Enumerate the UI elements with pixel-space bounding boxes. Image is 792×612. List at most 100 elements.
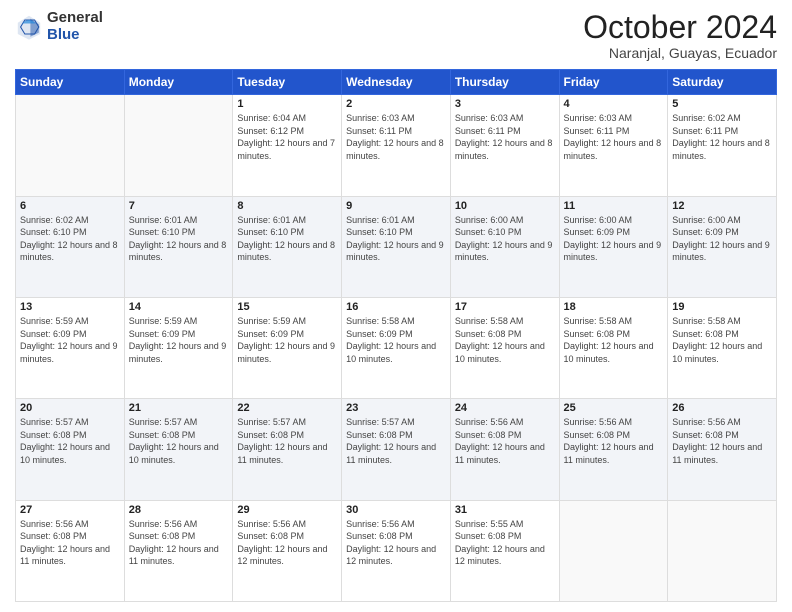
day-info: Sunrise: 5:56 AMSunset: 6:08 PMDaylight:…	[20, 518, 120, 568]
calendar-cell: 29Sunrise: 5:56 AMSunset: 6:08 PMDayligh…	[233, 500, 342, 601]
calendar-cell: 6 Sunrise: 6:02 AMSunset: 6:10 PMDaylight…	[16, 196, 125, 297]
day-info: Sunrise: 6:04 AMSunset: 6:12 PMDaylight:…	[237, 112, 337, 162]
calendar-week-2: 13 Sunrise: 5:59 AMSunset: 6:09 PMDayligh…	[16, 297, 777, 398]
col-saturday: Saturday	[668, 70, 777, 95]
day-info: Sunrise: 6:00 AMSunset: 6:10 PMDaylight:…	[455, 214, 555, 264]
calendar-week-4: 27Sunrise: 5:56 AMSunset: 6:08 PMDayligh…	[16, 500, 777, 601]
calendar-cell: 14Sunrise: 5:59 AMSunset: 6:09 PMDayligh…	[124, 297, 233, 398]
day-number: 14	[129, 301, 229, 313]
col-monday: Monday	[124, 70, 233, 95]
day-info: Sunrise: 6:00 AMSunset: 6:09 PMDaylight:…	[672, 214, 772, 264]
day-info: Sunrise: 5:56 AMSunset: 6:08 PMDaylight:…	[455, 416, 555, 466]
day-info: Sunrise: 6:02 AMSunset: 6:11 PMDaylight:…	[672, 112, 772, 162]
calendar-cell: 13 Sunrise: 5:59 AMSunset: 6:09 PMDayligh…	[16, 297, 125, 398]
day-info: Sunrise: 5:56 AMSunset: 6:08 PMDaylight:…	[346, 518, 446, 568]
calendar-cell: 16 Sunrise: 5:58 AMSunset: 6:09 PMDayligh…	[342, 297, 451, 398]
day-number: 23	[346, 402, 446, 414]
logo-general-text: General	[47, 10, 103, 27]
calendar-cell: 12 Sunrise: 6:00 AMSunset: 6:09 PMDayligh…	[668, 196, 777, 297]
day-info: Sunrise: 5:56 AMSunset: 6:08 PMDaylight:…	[129, 518, 229, 568]
day-number: 1	[237, 98, 337, 110]
calendar-cell: 26 Sunrise: 5:56 AMSunset: 6:08 PMDayligh…	[668, 399, 777, 500]
calendar-cell: 21 Sunrise: 5:57 AMSunset: 6:08 PMDayligh…	[124, 399, 233, 500]
calendar-table: Sunday Monday Tuesday Wednesday Thursday…	[15, 69, 777, 602]
day-info: Sunrise: 6:03 AMSunset: 6:11 PMDaylight:…	[346, 112, 446, 162]
day-info: Sunrise: 5:59 AMSunset: 6:09 PMDaylight:…	[20, 315, 120, 365]
day-number: 6	[20, 200, 120, 212]
page: General Blue October 2024 Naranjal, Guay…	[0, 0, 792, 612]
day-number: 30	[346, 504, 446, 516]
calendar-week-0: 1 Sunrise: 6:04 AMSunset: 6:12 PMDaylight…	[16, 95, 777, 196]
day-info: Sunrise: 5:57 AMSunset: 6:08 PMDaylight:…	[346, 416, 446, 466]
day-number: 4	[564, 98, 664, 110]
calendar-cell: 28 Sunrise: 5:56 AMSunset: 6:08 PMDayligh…	[124, 500, 233, 601]
day-number: 22	[237, 402, 337, 414]
col-wednesday: Wednesday	[342, 70, 451, 95]
calendar-cell: 20Sunrise: 5:57 AMSunset: 6:08 PMDayligh…	[16, 399, 125, 500]
day-number: 19	[672, 301, 772, 313]
calendar-cell	[668, 500, 777, 601]
day-number: 2	[346, 98, 446, 110]
logo: General Blue	[15, 10, 103, 43]
calendar-cell: 17Sunrise: 5:58 AMSunset: 6:08 PMDayligh…	[450, 297, 559, 398]
calendar-week-3: 20 Sunrise: 5:57 AMSunset: 6:08 PMDayligh…	[16, 399, 777, 500]
month-title: October 2024	[583, 10, 777, 45]
calendar-cell: 2 Sunrise: 6:03 AMSunset: 6:11 PMDaylight…	[342, 95, 451, 196]
day-number: 9	[346, 200, 446, 212]
logo-blue-text: Blue	[47, 27, 103, 44]
col-thursday: Thursday	[450, 70, 559, 95]
calendar-cell	[559, 500, 668, 601]
day-number: 17	[455, 301, 555, 313]
day-info: Sunrise: 6:03 AMSunset: 6:11 PMDaylight:…	[455, 112, 555, 162]
location: Naranjal, Guayas, Ecuador	[583, 45, 777, 61]
title-block: October 2024 Naranjal, Guayas, Ecuador	[583, 10, 777, 61]
day-info: Sunrise: 5:57 AMSunset: 6:08 PMDaylight:…	[237, 416, 337, 466]
logo-icon	[15, 13, 43, 41]
day-info: Sunrise: 5:58 AMSunset: 6:08 PMDaylight:…	[672, 315, 772, 365]
day-number: 18	[564, 301, 664, 313]
day-number: 7	[129, 200, 229, 212]
day-info: Sunrise: 5:59 AMSunset: 6:09 PMDaylight:…	[237, 315, 337, 365]
calendar-cell	[124, 95, 233, 196]
day-info: Sunrise: 5:58 AMSunset: 6:09 PMDaylight:…	[346, 315, 446, 365]
day-number: 21	[129, 402, 229, 414]
day-number: 3	[455, 98, 555, 110]
col-tuesday: Tuesday	[233, 70, 342, 95]
calendar-week-1: 6 Sunrise: 6:02 AMSunset: 6:10 PMDaylight…	[16, 196, 777, 297]
day-info: Sunrise: 6:01 AMSunset: 6:10 PMDaylight:…	[129, 214, 229, 264]
day-number: 8	[237, 200, 337, 212]
col-friday: Friday	[559, 70, 668, 95]
day-info: Sunrise: 5:58 AMSunset: 6:08 PMDaylight:…	[564, 315, 664, 365]
day-number: 12	[672, 200, 772, 212]
calendar-cell: 5 Sunrise: 6:02 AMSunset: 6:11 PMDaylight…	[668, 95, 777, 196]
day-number: 16	[346, 301, 446, 313]
day-info: Sunrise: 5:55 AMSunset: 6:08 PMDaylight:…	[455, 518, 555, 568]
calendar-cell: 31Sunrise: 5:55 AMSunset: 6:08 PMDayligh…	[450, 500, 559, 601]
calendar-cell: 23 Sunrise: 5:57 AMSunset: 6:08 PMDayligh…	[342, 399, 451, 500]
header-row: Sunday Monday Tuesday Wednesday Thursday…	[16, 70, 777, 95]
header: General Blue October 2024 Naranjal, Guay…	[15, 10, 777, 61]
day-info: Sunrise: 6:01 AMSunset: 6:10 PMDaylight:…	[237, 214, 337, 264]
day-info: Sunrise: 6:00 AMSunset: 6:09 PMDaylight:…	[564, 214, 664, 264]
day-number: 15	[237, 301, 337, 313]
calendar-cell: 9Sunrise: 6:01 AMSunset: 6:10 PMDaylight…	[342, 196, 451, 297]
day-number: 5	[672, 98, 772, 110]
calendar-cell: 22 Sunrise: 5:57 AMSunset: 6:08 PMDayligh…	[233, 399, 342, 500]
day-info: Sunrise: 5:56 AMSunset: 6:08 PMDaylight:…	[672, 416, 772, 466]
calendar-cell: 19 Sunrise: 5:58 AMSunset: 6:08 PMDayligh…	[668, 297, 777, 398]
day-number: 29	[237, 504, 337, 516]
day-number: 25	[564, 402, 664, 414]
day-number: 28	[129, 504, 229, 516]
calendar-cell: 1 Sunrise: 6:04 AMSunset: 6:12 PMDaylight…	[233, 95, 342, 196]
day-number: 20	[20, 402, 120, 414]
calendar-cell: 30 Sunrise: 5:56 AMSunset: 6:08 PMDayligh…	[342, 500, 451, 601]
day-info: Sunrise: 5:56 AMSunset: 6:08 PMDaylight:…	[564, 416, 664, 466]
day-info: Sunrise: 6:02 AMSunset: 6:10 PMDaylight:…	[20, 214, 120, 264]
day-number: 13	[20, 301, 120, 313]
calendar-cell: 7 Sunrise: 6:01 AMSunset: 6:10 PMDaylight…	[124, 196, 233, 297]
day-number: 26	[672, 402, 772, 414]
calendar-cell: 8 Sunrise: 6:01 AMSunset: 6:10 PMDaylight…	[233, 196, 342, 297]
calendar-cell: 15 Sunrise: 5:59 AMSunset: 6:09 PMDayligh…	[233, 297, 342, 398]
day-info: Sunrise: 5:57 AMSunset: 6:08 PMDaylight:…	[129, 416, 229, 466]
calendar-cell: 24Sunrise: 5:56 AMSunset: 6:08 PMDayligh…	[450, 399, 559, 500]
